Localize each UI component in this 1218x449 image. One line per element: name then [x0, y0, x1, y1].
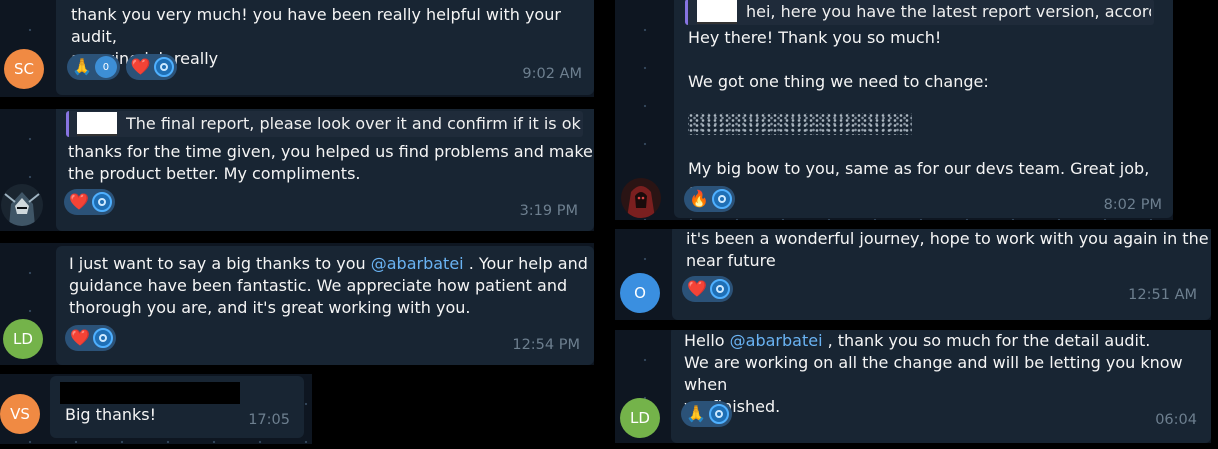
message-text: I just want to say a big thanks to you @…: [69, 254, 588, 317]
heart-emoji-icon: ❤️: [130, 57, 151, 76]
message-bubble[interactable]: hei, here you have the latest report ver…: [674, 0, 1173, 218]
spoiler-text[interactable]: [688, 113, 912, 135]
document-thumbnail-icon: [697, 0, 737, 24]
chat-panel-3: I just want to say a big thanks to you @…: [0, 243, 594, 365]
heart-emoji-icon: ❤️: [69, 192, 89, 211]
reactions: ❤️: [64, 189, 115, 215]
message-time: 12:51 AM: [1128, 287, 1197, 303]
avatar[interactable]: LD: [620, 398, 660, 438]
message-bubble[interactable]: I just want to say a big thanks to you @…: [56, 246, 594, 365]
message-text: Big thanks!: [65, 405, 157, 424]
heart-emoji-icon: ❤️: [70, 328, 90, 347]
message-bubble[interactable]: The final report, please look over it an…: [56, 109, 594, 231]
heart-emoji-icon: ❤️: [687, 279, 707, 298]
reactor-avatar-icon: [92, 328, 113, 348]
message-time: 3:19 PM: [519, 203, 578, 219]
reaction-heart[interactable]: ❤️: [64, 189, 115, 215]
chat-panel-7: Hello @abarbatei , thank you so much for…: [615, 330, 1211, 443]
reaction-heart[interactable]: ❤️: [65, 325, 116, 351]
chat-panel-4: Big thanks! 17:05 VS: [0, 374, 312, 444]
message-text: thanks for the time given, you helped us…: [68, 142, 593, 183]
reaction-fire[interactable]: 🔥: [684, 186, 735, 212]
reaction-heart[interactable]: ❤️: [125, 54, 177, 80]
reply-preview[interactable]: hei, here you have the latest report ver…: [685, 0, 1154, 25]
user-mention[interactable]: @abarbatei: [371, 254, 464, 273]
reaction-count: 0: [94, 56, 117, 78]
message-bubble[interactable]: it's been a wonderful journey, hope to w…: [672, 229, 1211, 320]
message-time: 8:02 PM: [1103, 197, 1162, 213]
pray-emoji-icon: 🙏: [686, 404, 706, 423]
message-bubble[interactable]: thank you very much! you have been reall…: [56, 0, 594, 95]
reactions: 🙏 0 ❤️: [67, 54, 177, 80]
user-mention[interactable]: @abarbatei: [730, 331, 823, 350]
reactor-avatar-icon: [709, 279, 730, 299]
reply-preview-text: The final report, please look over it an…: [126, 114, 581, 133]
chat-panel-1: thank you very much! you have been reall…: [0, 0, 594, 97]
redacted-name: [60, 382, 240, 404]
reactor-avatar-icon: [91, 192, 112, 212]
message-text-line2: We got one thing we need to change:: [688, 72, 989, 91]
reactions: ❤️: [682, 276, 733, 302]
reactions: ❤️: [65, 325, 116, 351]
message-text: Hello @abarbatei , thank you so much for…: [684, 331, 1183, 416]
reactions: 🔥: [684, 186, 735, 212]
message-time: 9:02 AM: [522, 66, 582, 82]
reaction-pray[interactable]: 🙏 0: [67, 54, 120, 80]
chat-panel-2: The final report, please look over it an…: [0, 109, 594, 231]
hooded-figure-avatar-icon[interactable]: [621, 178, 661, 218]
message-time: 17:05: [248, 412, 290, 428]
chat-panel-5: hei, here you have the latest report ver…: [615, 0, 1173, 220]
avatar[interactable]: VS: [0, 394, 40, 434]
reply-preview-text: hei, here you have the latest report ver…: [746, 2, 1151, 21]
message-time: 06:04: [1155, 412, 1197, 428]
reactor-avatar-icon: [153, 57, 174, 77]
pray-emoji-icon: 🙏: [72, 57, 92, 76]
document-thumbnail-icon: [77, 112, 117, 136]
reaction-heart[interactable]: ❤️: [682, 276, 733, 302]
reply-preview[interactable]: The final report, please look over it an…: [66, 111, 583, 137]
reaction-pray[interactable]: 🙏: [681, 401, 732, 427]
chat-panel-6: it's been a wonderful journey, hope to w…: [615, 229, 1211, 320]
message-bubble[interactable]: Big thanks! 17:05: [50, 376, 304, 438]
message-bubble[interactable]: Hello @abarbatei , thank you so much for…: [671, 330, 1211, 443]
message-text-line3: My big bow to you, same as for our devs …: [688, 159, 1150, 200]
reactor-avatar-icon: [708, 404, 729, 424]
fire-emoji-icon: 🔥: [689, 189, 709, 208]
message-time: 12:54 PM: [512, 337, 580, 353]
avatar[interactable]: SC: [4, 49, 44, 89]
avatar[interactable]: O: [620, 273, 660, 313]
knight-avatar-icon[interactable]: [1, 184, 43, 226]
reactions: 🙏: [681, 401, 732, 427]
message-text: it's been a wonderful journey, hope to w…: [686, 229, 1209, 270]
avatar[interactable]: LD: [3, 319, 43, 359]
message-text-line1: Hey there! Thank you so much!: [688, 28, 942, 47]
reactor-avatar-icon: [711, 189, 732, 209]
